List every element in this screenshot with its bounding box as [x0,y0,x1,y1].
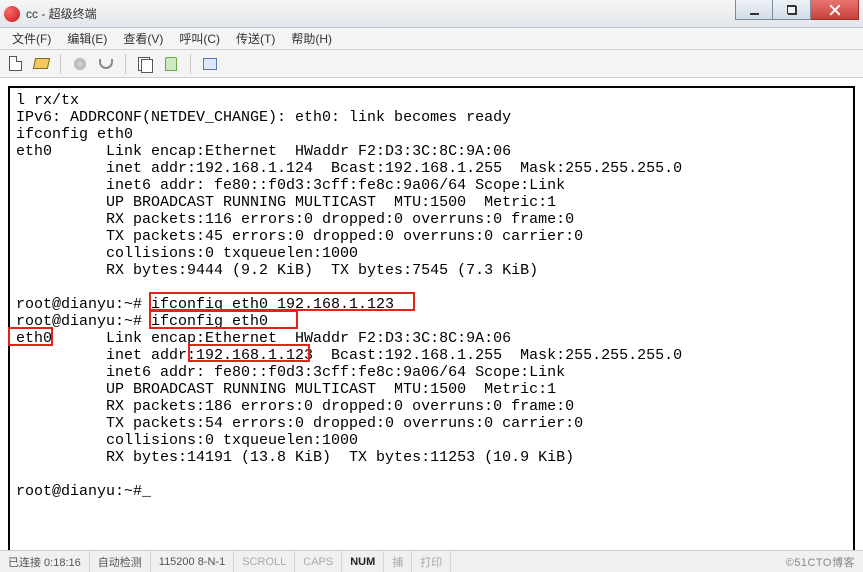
call-button[interactable] [69,53,91,75]
menu-view[interactable]: 查看(V) [115,28,171,49]
window-title: cc - 超级终端 [26,5,97,22]
menu-help[interactable]: 帮助(H) [283,28,340,49]
status-connected: 已连接 0:18:16 [0,551,90,572]
menubar: 文件(F) 编辑(E) 查看(V) 呼叫(C) 传送(T) 帮助(H) [0,28,863,50]
new-file-icon [9,56,22,71]
close-button[interactable] [811,0,859,20]
receive-button[interactable] [160,53,182,75]
highlight-box-ip [188,344,310,362]
menu-call[interactable]: 呼叫(C) [171,28,228,49]
watermark: ©51CTO博客 [786,554,863,570]
minimize-button[interactable] [735,0,773,20]
highlight-box-cmd-show [149,310,298,329]
properties-icon [203,58,217,70]
menu-transfer[interactable]: 传送(T) [228,28,283,49]
terminal-output[interactable]: l rx/tx IPv6: ADDRCONF(NETDEV_CHANGE): e… [8,86,855,550]
status-capture: 捕 [384,551,412,572]
open-button[interactable] [30,53,52,75]
status-caps: CAPS [295,551,342,572]
phone-icon [74,58,86,70]
disconnect-button[interactable] [95,53,117,75]
toolbar-separator [190,54,191,74]
highlight-box-iface [8,327,53,346]
open-folder-icon [32,58,49,69]
status-portinfo: 115200 8-N-1 [151,551,234,572]
restore-icon [787,6,797,14]
toolbar-separator [60,54,61,74]
toolbar-separator [125,54,126,74]
app-icon [4,6,20,22]
titlebar: cc - 超级终端 [0,0,863,28]
send-icon [138,57,152,71]
status-num: NUM [342,551,384,572]
status-autodetect: 自动检测 [90,551,151,572]
menu-file[interactable]: 文件(F) [4,28,59,49]
status-print: 打印 [412,551,451,572]
toolbar [0,50,863,78]
send-button[interactable] [134,53,156,75]
statusbar: 已连接 0:18:16 自动检测 115200 8-N-1 SCROLL CAP… [0,550,863,572]
highlight-box-cmd-setip [149,292,415,311]
window-controls [735,0,859,27]
new-button[interactable] [4,53,26,75]
maximize-button[interactable] [773,0,811,20]
receive-icon [165,57,177,71]
close-icon [829,4,841,16]
disconnect-icon [99,59,113,69]
status-scroll: SCROLL [234,551,295,572]
menu-edit[interactable]: 编辑(E) [59,28,115,49]
terminal-scroll-area[interactable]: l rx/tx IPv6: ADDRCONF(NETDEV_CHANGE): e… [0,78,863,550]
properties-button[interactable] [199,53,221,75]
